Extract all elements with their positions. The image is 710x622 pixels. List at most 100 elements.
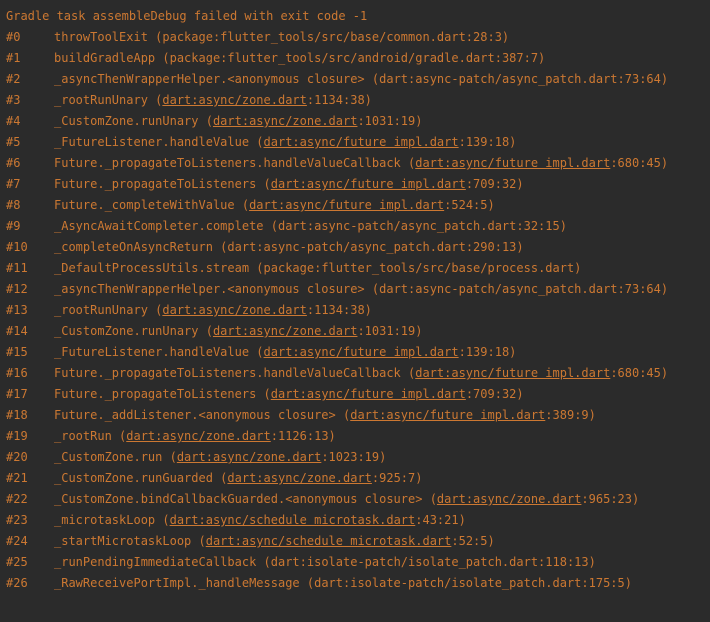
frame-number: #18 — [6, 405, 54, 426]
source-link[interactable]: dart:async/zone.dart — [126, 429, 271, 443]
frame-method: _startMicrotaskLoop — [54, 534, 191, 548]
stack-frame: #21_CustomZone.runGuarded (dart:async/zo… — [6, 468, 704, 489]
source-link[interactable]: dart:async/zone.dart — [162, 93, 307, 107]
frame-number: #7 — [6, 174, 54, 195]
frame-location-prefix: (package:flutter_tools/src/base/process.… — [249, 261, 581, 275]
stack-frame: #17Future._propagateToListeners (dart:as… — [6, 384, 704, 405]
frame-location-prefix: ( — [191, 534, 205, 548]
frame-location-prefix: ( — [235, 198, 249, 212]
frame-method: _asyncThenWrapperHelper.<anonymous closu… — [54, 72, 365, 86]
frame-location-prefix: ( — [155, 513, 169, 527]
frame-location-suffix: :709:32) — [466, 387, 524, 401]
frame-method: _asyncThenWrapperHelper.<anonymous closu… — [54, 282, 365, 296]
frame-location-prefix: ( — [256, 177, 270, 191]
frame-location-prefix: (package:flutter_tools/src/base/common.d… — [148, 30, 509, 44]
frame-location-prefix: ( — [112, 429, 126, 443]
frame-method: Future._addListener.<anonymous closure> — [54, 408, 336, 422]
frame-location-prefix: (dart:async-patch/async_patch.dart:73:64… — [365, 72, 668, 86]
frame-method: Future._propagateToListeners — [54, 177, 256, 191]
frame-number: #10 — [6, 237, 54, 258]
stack-frame: #10_completeOnAsyncReturn (dart:async-pa… — [6, 237, 704, 258]
frame-location-suffix: :524:5) — [444, 198, 495, 212]
stack-frame: #2_asyncThenWrapperHelper.<anonymous clo… — [6, 69, 704, 90]
stack-frame: #18Future._addListener.<anonymous closur… — [6, 405, 704, 426]
source-link[interactable]: dart:async/future impl.dart — [271, 177, 466, 191]
frame-location-prefix: ( — [336, 408, 350, 422]
stack-frame: #1buildGradleApp (package:flutter_tools/… — [6, 48, 704, 69]
frame-number: #3 — [6, 90, 54, 111]
frame-location-suffix: :709:32) — [466, 177, 524, 191]
stack-frame: #19_rootRun (dart:async/zone.dart:1126:1… — [6, 426, 704, 447]
frame-number: #11 — [6, 258, 54, 279]
source-link[interactable]: dart:async/zone.dart — [213, 324, 358, 338]
frame-location-prefix: (dart:async-patch/async_patch.dart:73:64… — [365, 282, 668, 296]
frame-number: #4 — [6, 111, 54, 132]
source-link[interactable]: dart:async/future impl.dart — [350, 408, 545, 422]
stack-frame: #6Future._propagateToListeners.handleVal… — [6, 153, 704, 174]
frame-location-prefix: ( — [401, 156, 415, 170]
frame-location-suffix: :43:21) — [415, 513, 466, 527]
source-link[interactable]: dart:async/zone.dart — [162, 303, 307, 317]
stack-trace: #0throwToolExit (package:flutter_tools/s… — [6, 27, 704, 594]
source-link[interactable]: dart:async/schedule microtask.dart — [170, 513, 416, 527]
frame-location-prefix: ( — [256, 387, 270, 401]
frame-number: #0 — [6, 27, 54, 48]
frame-method: Future._propagateToListeners.handleValue… — [54, 156, 401, 170]
stack-frame: #3_rootRunUnary (dart:async/zone.dart:11… — [6, 90, 704, 111]
frame-number: #23 — [6, 510, 54, 531]
frame-location-prefix: ( — [162, 450, 176, 464]
frame-number: #15 — [6, 342, 54, 363]
stack-frame: #20_CustomZone.run (dart:async/zone.dart… — [6, 447, 704, 468]
frame-location-suffix: :1126:13) — [271, 429, 336, 443]
frame-location-prefix: (package:flutter_tools/src/android/gradl… — [155, 51, 545, 65]
stack-frame: #22_CustomZone.bindCallbackGuarded.<anon… — [6, 489, 704, 510]
error-header: Gradle task assembleDebug failed with ex… — [6, 6, 704, 27]
source-link[interactable]: dart:async/schedule microtask.dart — [206, 534, 452, 548]
stack-frame: #14_CustomZone.runUnary (dart:async/zone… — [6, 321, 704, 342]
frame-location-suffix: :965:23) — [581, 492, 639, 506]
frame-location-prefix: ( — [249, 135, 263, 149]
frame-number: #17 — [6, 384, 54, 405]
stack-frame: #0throwToolExit (package:flutter_tools/s… — [6, 27, 704, 48]
stack-frame: #8Future._completeWithValue (dart:async/… — [6, 195, 704, 216]
stack-frame: #26_RawReceivePortImpl._handleMessage (d… — [6, 573, 704, 594]
frame-number: #9 — [6, 216, 54, 237]
stack-frame: #11_DefaultProcessUtils.stream (package:… — [6, 258, 704, 279]
frame-method: Future._completeWithValue — [54, 198, 235, 212]
stack-frame: #24_startMicrotaskLoop (dart:async/sched… — [6, 531, 704, 552]
stack-frame: #15_FutureListener.handleValue (dart:asy… — [6, 342, 704, 363]
frame-location-prefix: ( — [148, 303, 162, 317]
frame-location-suffix: :680:45) — [610, 156, 668, 170]
source-link[interactable]: dart:async/zone.dart — [437, 492, 582, 506]
frame-method: _runPendingImmediateCallback — [54, 555, 256, 569]
frame-location-prefix: ( — [199, 114, 213, 128]
frame-location-suffix: :139:18) — [459, 345, 517, 359]
frame-number: #6 — [6, 153, 54, 174]
source-link[interactable]: dart:async/zone.dart — [213, 114, 358, 128]
frame-location-suffix: :1023:19) — [321, 450, 386, 464]
frame-method: _rootRun — [54, 429, 112, 443]
source-link[interactable]: dart:async/zone.dart — [177, 450, 322, 464]
source-link[interactable]: dart:async/zone.dart — [227, 471, 372, 485]
frame-method: _CustomZone.runUnary — [54, 114, 199, 128]
source-link[interactable]: dart:async/future impl.dart — [264, 135, 459, 149]
source-link[interactable]: dart:async/future impl.dart — [415, 366, 610, 380]
source-link[interactable]: dart:async/future impl.dart — [264, 345, 459, 359]
frame-number: #16 — [6, 363, 54, 384]
frame-method: _CustomZone.runUnary — [54, 324, 199, 338]
frame-location-suffix: :389:9) — [545, 408, 596, 422]
frame-location-prefix: (dart:async-patch/async_patch.dart:290:1… — [213, 240, 524, 254]
stack-frame: #25_runPendingImmediateCallback (dart:is… — [6, 552, 704, 573]
frame-number: #25 — [6, 552, 54, 573]
frame-number: #5 — [6, 132, 54, 153]
source-link[interactable]: dart:async/future impl.dart — [415, 156, 610, 170]
stack-frame: #23_microtaskLoop (dart:async/schedule m… — [6, 510, 704, 531]
frame-location-suffix: :139:18) — [459, 135, 517, 149]
source-link[interactable]: dart:async/future impl.dart — [271, 387, 466, 401]
frame-number: #20 — [6, 447, 54, 468]
stack-frame: #5_FutureListener.handleValue (dart:asyn… — [6, 132, 704, 153]
source-link[interactable]: dart:async/future impl.dart — [249, 198, 444, 212]
stack-frame: #13_rootRunUnary (dart:async/zone.dart:1… — [6, 300, 704, 321]
frame-location-suffix: :680:45) — [610, 366, 668, 380]
frame-location-suffix: :52:5) — [451, 534, 494, 548]
